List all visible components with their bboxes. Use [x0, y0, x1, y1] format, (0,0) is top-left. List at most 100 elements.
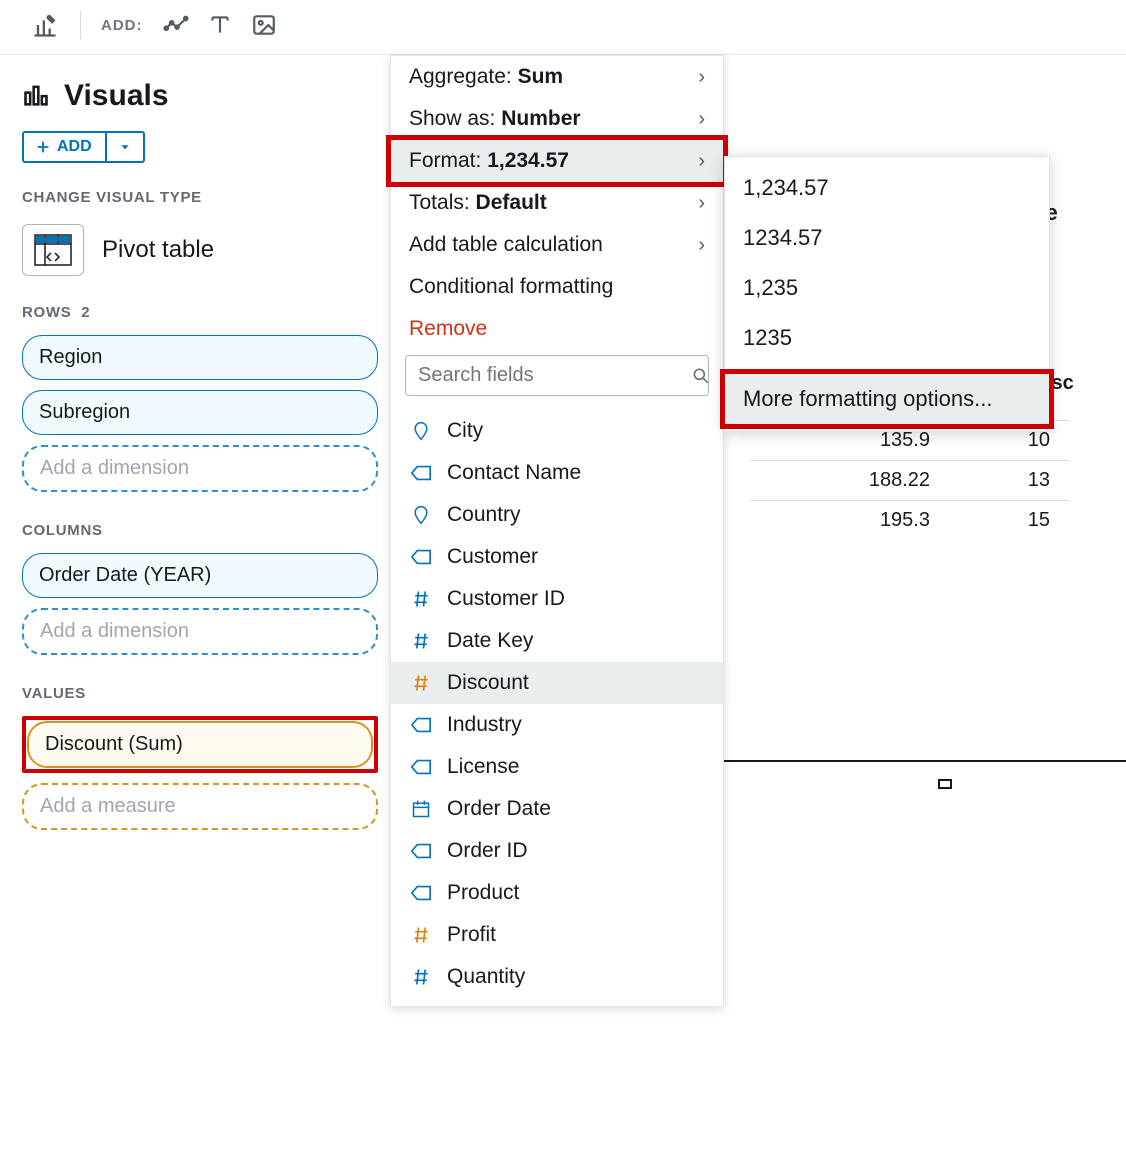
field-item-label: Customer	[447, 545, 538, 569]
chevron-right-icon: ›	[698, 234, 705, 257]
field-item-label: Date Key	[447, 629, 533, 653]
visuals-pane: Visuals ADD Change visual type	[0, 55, 400, 870]
format-option-1[interactable]: 1234.57	[725, 213, 1049, 263]
field-item-quantity[interactable]: Quantity	[391, 956, 723, 998]
field-item-label: Order ID	[447, 839, 528, 863]
ctx-conditional-formatting[interactable]: Conditional formatting	[391, 266, 723, 308]
format-option-2[interactable]: 1,235	[725, 263, 1049, 313]
rows-pill-subregion[interactable]: Subregion	[22, 390, 378, 435]
visual-type-selector[interactable]	[22, 224, 84, 276]
tag-icon	[409, 839, 433, 863]
columns-header: Columns	[22, 522, 378, 539]
ctx-aggregate[interactable]: Aggregate: Sum ›	[391, 56, 723, 98]
bg-cell: 195.3	[750, 500, 950, 540]
pane-title: Visuals	[64, 79, 169, 113]
format-option-3[interactable]: 1235	[725, 313, 1049, 363]
ctx-add-calculation[interactable]: Add table calculation ›	[391, 224, 723, 266]
resize-guide	[720, 760, 1126, 770]
hash-icon	[409, 587, 433, 611]
search-fields-box[interactable]	[405, 355, 709, 396]
visual-type-name: Pivot table	[102, 236, 214, 264]
field-item-label: City	[447, 419, 483, 443]
add-line-chart-icon[interactable]	[161, 10, 191, 40]
field-item-license[interactable]: License	[391, 746, 723, 788]
values-header: Values	[22, 685, 378, 702]
hash-icon	[409, 923, 433, 947]
rows-pill-region[interactable]: Region	[22, 335, 378, 380]
chevron-right-icon: ›	[698, 150, 705, 173]
add-visual-button-group: ADD	[22, 131, 145, 163]
field-item-label: Quantity	[447, 965, 525, 989]
format-option-0[interactable]: 1,234.57	[725, 163, 1049, 213]
field-item-label: Country	[447, 503, 521, 527]
field-item-label: Customer ID	[447, 587, 565, 611]
visuals-icon	[22, 81, 52, 111]
top-toolbar: ADD:	[0, 0, 1126, 55]
field-item-order-id[interactable]: Order ID	[391, 830, 723, 872]
add-visual-dropdown[interactable]	[107, 133, 143, 161]
search-fields-input[interactable]	[418, 364, 683, 387]
field-item-date-key[interactable]: Date Key	[391, 620, 723, 662]
values-highlight: Discount (Sum)	[22, 716, 378, 773]
tag-icon	[409, 713, 433, 737]
cal-icon	[409, 797, 433, 821]
chart-edit-icon[interactable]	[30, 10, 60, 40]
field-item-customer-id[interactable]: Customer ID	[391, 578, 723, 620]
field-item-product[interactable]: Product	[391, 872, 723, 914]
values-pill-discount[interactable]: Discount (Sum)	[27, 721, 373, 768]
field-item-profit[interactable]: Profit	[391, 914, 723, 956]
add-button-label: ADD	[57, 138, 92, 156]
search-icon	[691, 366, 711, 386]
bg-cell: 188.22	[750, 460, 950, 500]
add-image-icon[interactable]	[249, 10, 279, 40]
values-group: Values Discount (Sum) Add a measure	[22, 685, 378, 830]
ctx-show-as[interactable]: Show as: Number ›	[391, 98, 723, 140]
rows-header: Rows 2	[22, 304, 378, 321]
ctx-totals[interactable]: Totals: Default ›	[391, 182, 723, 224]
columns-group: Columns Order Date (YEAR) Add a dimensio…	[22, 522, 378, 655]
ctx-format[interactable]: Format: 1,234.57 ›	[391, 140, 723, 182]
change-visual-type-label: Change visual type	[22, 189, 378, 206]
field-item-customer[interactable]: Customer	[391, 536, 723, 578]
tag-icon	[409, 755, 433, 779]
field-item-industry[interactable]: Industry	[391, 704, 723, 746]
field-item-order-date[interactable]: Order Date	[391, 788, 723, 830]
chevron-right-icon: ›	[698, 108, 705, 131]
field-item-discount[interactable]: Discount	[391, 662, 723, 704]
ctx-format-highlight: Format: 1,234.57 ›	[386, 135, 728, 187]
field-list: City Contact Name Country Customer Customer …	[391, 404, 723, 998]
field-item-label: Order Date	[447, 797, 551, 821]
columns-pill-orderdate[interactable]: Order Date (YEAR)	[22, 553, 378, 598]
resize-handle[interactable]	[938, 779, 952, 789]
field-item-label: Profit	[447, 923, 496, 947]
chevron-right-icon: ›	[698, 192, 705, 215]
columns-add-dimension[interactable]: Add a dimension	[22, 608, 378, 655]
hash-icon	[409, 629, 433, 653]
bg-data-table: 135.910 188.2213 195.315	[750, 420, 1070, 540]
format-submenu: 1,234.57 1234.57 1,235 1235 More formatt…	[724, 156, 1050, 432]
rows-add-dimension[interactable]: Add a dimension	[22, 445, 378, 492]
field-item-country[interactable]: Country	[391, 494, 723, 536]
geo-icon	[409, 419, 433, 443]
field-item-contact-name[interactable]: Contact Name	[391, 452, 723, 494]
format-more-options[interactable]: More formatting options...	[725, 374, 1049, 424]
toolbar-divider	[80, 11, 81, 39]
tag-icon	[409, 881, 433, 905]
add-visual-button[interactable]: ADD	[24, 133, 107, 161]
field-item-label: Contact Name	[447, 461, 581, 485]
hash-icon	[409, 965, 433, 989]
hash-icon	[409, 671, 433, 695]
field-item-city[interactable]: City	[391, 410, 723, 452]
bg-cell: 13	[950, 460, 1070, 500]
field-item-label: Discount	[447, 671, 529, 695]
add-text-icon[interactable]	[205, 10, 235, 40]
bg-cell: 15	[950, 500, 1070, 540]
field-item-label: Industry	[447, 713, 522, 737]
geo-icon	[409, 503, 433, 527]
format-more-highlight: More formatting options...	[720, 369, 1054, 429]
ctx-remove[interactable]: Remove	[391, 308, 723, 355]
field-item-label: License	[447, 755, 519, 779]
values-add-measure[interactable]: Add a measure	[22, 783, 378, 830]
chevron-right-icon: ›	[698, 66, 705, 89]
rows-group: Rows 2 Region Subregion Add a dimension	[22, 304, 378, 492]
